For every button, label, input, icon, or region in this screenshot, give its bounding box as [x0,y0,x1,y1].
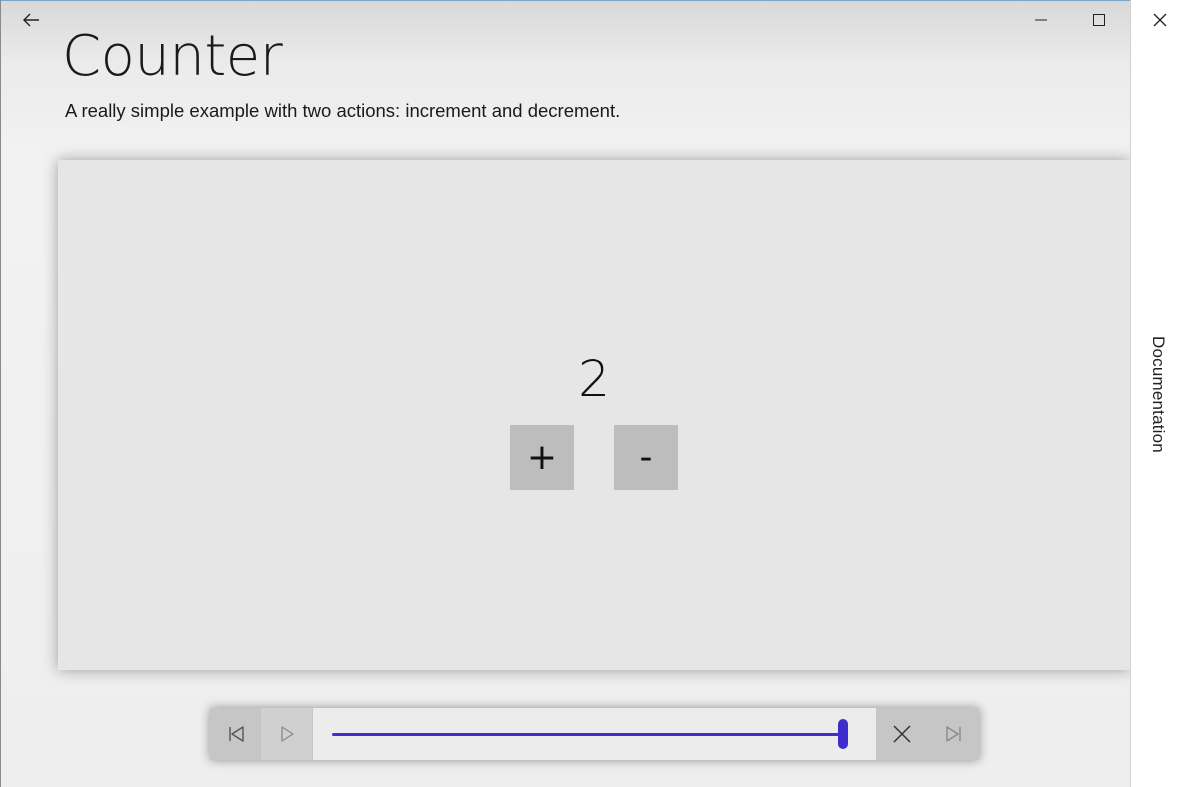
counter-value: 2 [58,348,1130,410]
app-window: Counter A really simple example with two… [0,0,1189,787]
documentation-sidebar[interactable]: Documentation [1130,0,1189,787]
timeline-thumb[interactable] [838,719,848,749]
time-travel-player [210,708,979,760]
counter-value-text: 2 [578,350,610,408]
close-icon [892,725,911,743]
counter-demo-panel: 2 + - [58,160,1130,670]
skip-to-start-button[interactable] [210,708,261,760]
minimize-icon [1035,19,1047,21]
stop-button[interactable] [876,708,927,760]
skip-to-start-icon [228,726,244,742]
documentation-label[interactable]: Documentation [1148,336,1168,453]
page-title: Counter [62,24,283,89]
minimize-button[interactable] [1012,0,1070,40]
window-top-border [0,0,1130,1]
skip-to-end-icon [945,726,961,742]
back-button[interactable] [2,0,60,40]
increment-button[interactable]: + [510,425,574,490]
decrement-button[interactable]: - [614,425,678,490]
close-button[interactable] [1130,0,1189,40]
back-arrow-icon [23,13,39,27]
maximize-icon [1093,14,1105,26]
skip-to-end-button[interactable] [928,708,979,760]
play-icon [280,726,294,742]
window-left-border [0,0,1,787]
timeline-track [332,733,843,736]
page-subtitle: A really simple example with two actions… [65,100,621,121]
close-icon [1153,13,1166,27]
maximize-button[interactable] [1070,0,1128,40]
timeline-slider[interactable] [313,708,876,760]
play-button[interactable] [261,708,312,760]
